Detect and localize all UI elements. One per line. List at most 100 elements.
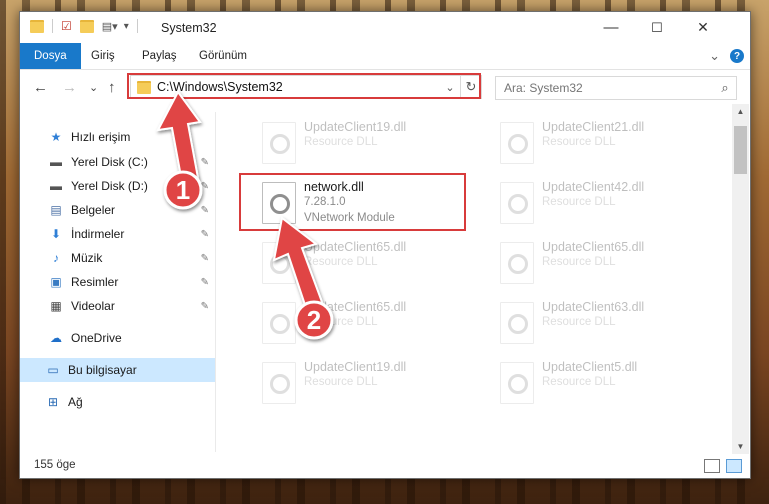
dll-file-icon xyxy=(262,122,296,164)
sidebar-item[interactable]: ▦ Videolar ✎ xyxy=(20,294,215,318)
refresh-button[interactable]: ↻ xyxy=(461,76,481,98)
sidebar-item[interactable]: ▤ Belgeler ✎ xyxy=(20,198,215,222)
tab-paylas[interactable]: Paylaş xyxy=(142,43,177,69)
file-item[interactable]: UpdateClient19.dll Resource DLL xyxy=(254,354,479,406)
tab-gorunum[interactable]: Görünüm xyxy=(199,43,247,69)
pin-icon[interactable]: ✎ xyxy=(201,181,209,192)
pin-icon[interactable]: ✎ xyxy=(201,253,209,264)
ribbon-expand-icon[interactable]: ⌄ xyxy=(709,48,720,64)
documents-icon: ▤ xyxy=(50,203,62,217)
vertical-scrollbar[interactable]: ▲ ▼ xyxy=(732,104,749,454)
address-dropdown-icon[interactable]: ⌄ xyxy=(440,76,460,98)
navigation-bar: ← → ⌄ ↑ C:\Windows\System32 ⌄ ↻ ⌕ xyxy=(20,70,750,104)
properties-icon[interactable]: ☑ xyxy=(61,19,72,33)
back-button[interactable]: ← xyxy=(33,79,48,96)
tab-giris[interactable]: Giriş xyxy=(91,43,115,69)
address-path[interactable]: C:\Windows\System32 xyxy=(157,80,440,94)
quick-access-dropdown-icon[interactable]: ▾ xyxy=(124,21,129,32)
quick-access-toolbar: ☑ ▤▾ ▾ xyxy=(30,19,138,33)
file-description: Resource DLL xyxy=(542,196,616,208)
pin-icon[interactable]: ✎ xyxy=(201,205,209,216)
sidebar-item[interactable]: ▬ Yerel Disk (C:) ✎ xyxy=(20,150,215,174)
new-folder-icon[interactable] xyxy=(79,19,94,33)
title-bar: ☑ ▤▾ ▾ System32 — ☐ ✕ xyxy=(20,12,750,43)
music-icon: ♪ xyxy=(53,251,59,265)
file-name: UpdateClient42.dll xyxy=(542,180,645,194)
file-description: Resource DLL xyxy=(304,256,378,268)
recent-locations-button[interactable]: ⌄ xyxy=(89,81,98,94)
file-item[interactable]: UpdateClient21.dll Resource DLL xyxy=(492,114,717,166)
scroll-up-icon[interactable]: ▲ xyxy=(732,107,749,116)
dll-file-icon xyxy=(500,122,534,164)
details-view-icon[interactable] xyxy=(704,459,720,473)
status-bar: 155 öge xyxy=(20,454,750,478)
maximize-button[interactable]: ☐ xyxy=(634,12,680,43)
drive-icon: ▬ xyxy=(50,155,62,169)
large-icons-view-icon[interactable] xyxy=(726,459,742,473)
file-item[interactable]: UpdateClient65.dll Resource DLL xyxy=(254,294,479,346)
pin-icon[interactable]: ✎ xyxy=(201,301,209,312)
customize-icon[interactable]: ▤▾ xyxy=(102,20,118,33)
help-icon[interactable]: ? xyxy=(730,49,744,63)
scroll-down-icon[interactable]: ▼ xyxy=(732,442,749,451)
file-description: VNetwork Module xyxy=(304,212,395,224)
sidebar-item-label: İndirmeler xyxy=(71,227,125,241)
sidebar-item[interactable]: ▬ Yerel Disk (D:) ✎ xyxy=(20,174,215,198)
dll-file-icon xyxy=(262,302,296,344)
sidebar-item[interactable]: ⊞ Ağ xyxy=(20,390,215,414)
sidebar-item[interactable]: ♪ Müzik ✎ xyxy=(20,246,215,270)
sidebar-item-label: OneDrive xyxy=(71,331,122,345)
sidebar-item[interactable]: ★ Hızlı erişim xyxy=(20,125,215,149)
dll-file-icon xyxy=(500,302,534,344)
sidebar-item-label: Müzik xyxy=(71,251,103,265)
sidebar-item-label: Yerel Disk (C:) xyxy=(71,155,148,169)
window-title: System32 xyxy=(161,21,217,35)
file-version: 7.28.1.0 xyxy=(304,196,346,208)
pin-icon[interactable]: ✎ xyxy=(201,277,209,288)
file-item[interactable]: network.dll 7.28.1.0 VNetwork Module xyxy=(254,174,479,226)
item-count: 155 öge xyxy=(34,459,76,471)
file-list: UpdateClient19.dll Resource DLL network.dl… xyxy=(216,104,732,452)
sidebar-item-label: Bu bilgisayar xyxy=(68,363,137,377)
search-input[interactable] xyxy=(496,80,714,96)
up-button[interactable]: ↑ xyxy=(108,79,116,96)
minimize-button[interactable]: — xyxy=(588,12,634,43)
cloud-icon: ☁ xyxy=(50,331,62,345)
scroll-thumb[interactable] xyxy=(734,126,747,174)
file-name: UpdateClient65.dll xyxy=(304,240,407,254)
close-button[interactable]: ✕ xyxy=(680,12,726,43)
sidebar-item[interactable]: ⬇ İndirmeler ✎ xyxy=(20,222,215,246)
file-item[interactable]: UpdateClient65.dll Resource DLL xyxy=(492,234,717,286)
pin-icon[interactable]: ✎ xyxy=(201,157,209,168)
file-item[interactable]: UpdateClient19.dll Resource DLL xyxy=(254,114,479,166)
sidebar-item[interactable]: ☁ OneDrive xyxy=(20,326,215,350)
computer-icon: ▭ xyxy=(47,363,59,377)
file-explorer-window: ☑ ▤▾ ▾ System32 — ☐ ✕ Dosya Giriş Paylaş… xyxy=(19,11,751,479)
search-box[interactable]: ⌕ xyxy=(495,76,737,100)
file-item[interactable]: UpdateClient65.dll Resource DLL xyxy=(254,234,479,286)
dll-file-icon xyxy=(262,242,296,284)
video-icon: ▦ xyxy=(50,299,62,313)
dll-file-icon xyxy=(262,182,296,224)
tab-dosya[interactable]: Dosya xyxy=(20,43,81,69)
file-description: Resource DLL xyxy=(304,136,378,148)
file-item[interactable]: UpdateClient42.dll Resource DLL xyxy=(492,174,717,226)
sidebar-item[interactable]: ▭ Bu bilgisayar xyxy=(20,358,215,382)
navigation-pane: ★ Hızlı erişim ▬ Yerel Disk (C:) ✎ ▬ Yerel Dis… xyxy=(20,112,215,452)
file-name: UpdateClient65.dll xyxy=(304,300,407,314)
download-icon: ⬇ xyxy=(50,227,62,241)
file-item[interactable]: UpdateClient63.dll Resource DLL xyxy=(492,294,717,346)
sidebar-item-label: Resimler xyxy=(71,275,119,289)
file-name: network.dll xyxy=(304,180,364,194)
pin-icon[interactable]: ✎ xyxy=(201,229,209,240)
search-icon[interactable]: ⌕ xyxy=(714,80,736,96)
sidebar-item-label: Ağ xyxy=(68,395,83,409)
file-name: UpdateClient63.dll xyxy=(542,300,645,314)
sidebar-item[interactable]: ▣ Resimler ✎ xyxy=(20,270,215,294)
file-name: UpdateClient19.dll xyxy=(304,360,407,374)
forward-button[interactable]: → xyxy=(62,79,77,96)
address-bar[interactable]: C:\Windows\System32 ⌄ ↻ xyxy=(130,75,482,99)
file-description: Resource DLL xyxy=(542,256,616,268)
folder-icon xyxy=(137,80,151,94)
file-item[interactable]: UpdateClient5.dll Resource DLL xyxy=(492,354,717,406)
